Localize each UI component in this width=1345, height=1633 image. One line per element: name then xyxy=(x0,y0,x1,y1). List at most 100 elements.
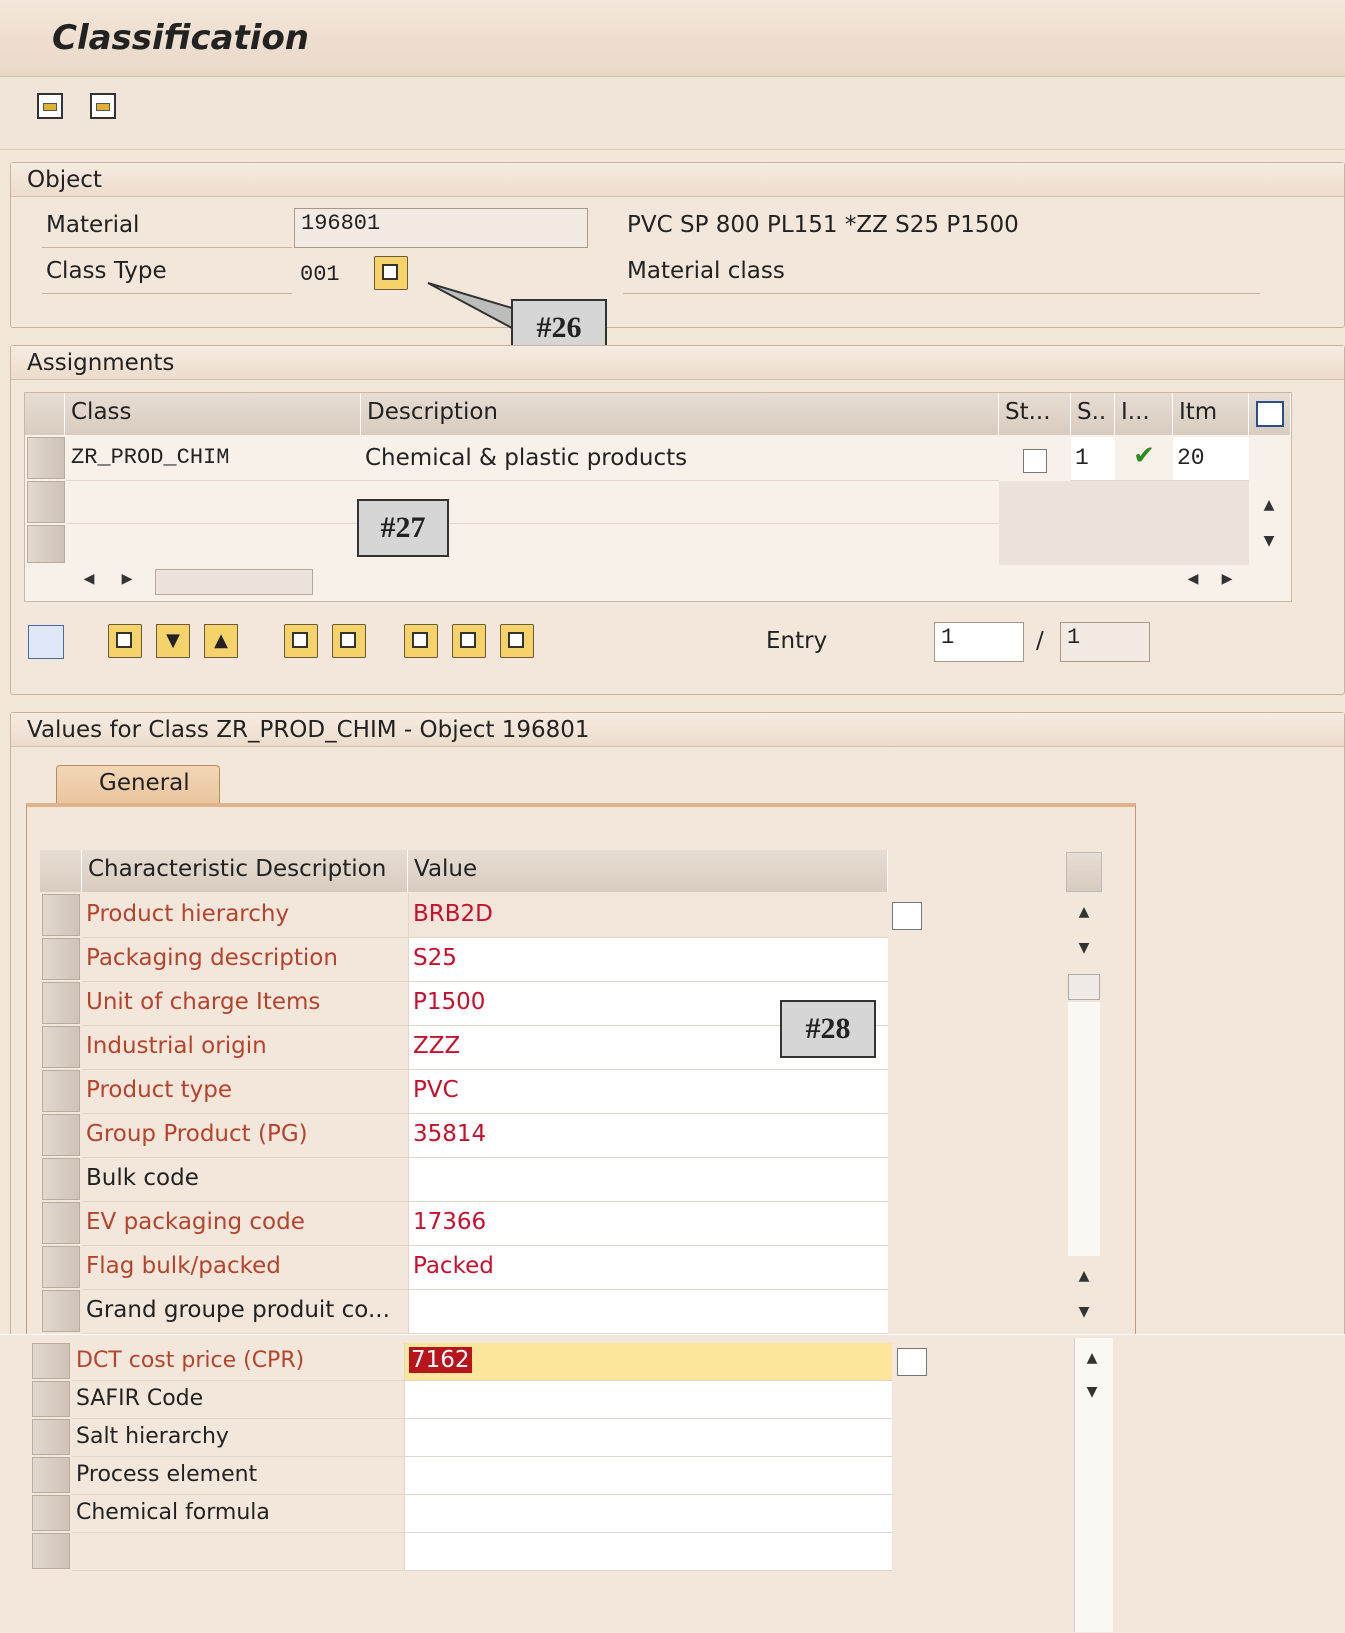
vertical-scroll-thumb[interactable] xyxy=(1068,974,1100,1000)
row-selector[interactable] xyxy=(42,1246,80,1288)
characteristic-value-field[interactable] xyxy=(408,1290,888,1334)
entry-label: Entry xyxy=(766,628,828,654)
characteristic-description: Packaging description xyxy=(82,938,408,982)
new-assignment-icon[interactable] xyxy=(28,625,64,659)
row-selector[interactable] xyxy=(42,1290,80,1332)
status-checkbox[interactable] xyxy=(1023,449,1047,473)
row-selector[interactable] xyxy=(42,938,80,980)
row-selector[interactable] xyxy=(42,894,80,936)
characteristic-description xyxy=(72,1533,404,1571)
assignments-group-header: Assignments xyxy=(11,346,1344,380)
characteristics-table-2: DCT cost price (CPR) 7162 SAFIR Code Salt h… xyxy=(0,1334,1345,1633)
row-selector[interactable] xyxy=(32,1381,70,1417)
entry-total: 1 xyxy=(1060,622,1150,662)
col-description[interactable]: Description xyxy=(361,393,999,435)
characteristic-description: Unit of charge Items xyxy=(82,982,408,1026)
row-selector[interactable] xyxy=(42,1070,80,1112)
tab-general[interactable]: General xyxy=(56,765,220,805)
find-icon[interactable] xyxy=(108,624,142,658)
characteristic-value-field[interactable]: 7162 xyxy=(404,1343,892,1381)
characteristic-description: Chemical formula xyxy=(72,1495,404,1533)
characteristic-value-field[interactable] xyxy=(404,1533,892,1571)
characteristic-value-field[interactable]: PVC xyxy=(408,1070,888,1114)
scroll-up-icon[interactable]: ▲ xyxy=(1259,497,1279,513)
characteristic-value-field[interactable] xyxy=(404,1381,892,1419)
scroll-right-icon[interactable]: ▶ xyxy=(117,571,137,587)
row-selector[interactable] xyxy=(27,525,65,563)
row-selector[interactable] xyxy=(32,1495,70,1531)
assignment-description-cell: Chemical & plastic products xyxy=(361,437,999,481)
row-selector[interactable] xyxy=(42,1026,80,1068)
characteristic-description: Salt hierarchy xyxy=(72,1419,404,1457)
row-selector[interactable] xyxy=(42,1114,80,1156)
row-selector[interactable] xyxy=(32,1533,70,1569)
scroll-right-icon[interactable]: ▶ xyxy=(1217,571,1237,587)
callout-27: #27 xyxy=(357,499,449,557)
column-settings-icon[interactable] xyxy=(1249,393,1291,435)
characteristic-value-field[interactable] xyxy=(404,1419,892,1457)
scroll-down-icon[interactable]: ▼ xyxy=(1259,533,1279,549)
col-status[interactable]: St... xyxy=(999,393,1071,435)
characteristic-description: Industrial origin xyxy=(82,1026,408,1070)
assignments-select-all[interactable] xyxy=(25,393,65,435)
scroll-down-icon[interactable]: ▼ xyxy=(1074,940,1094,956)
values-group-header: Values for Class ZR_PROD_CHIM - Object 1… xyxy=(11,713,1344,747)
row-selector[interactable] xyxy=(42,982,80,1024)
characteristic-description: Process element xyxy=(72,1457,404,1495)
characteristic-value-field[interactable] xyxy=(404,1495,892,1533)
scroll-up-icon[interactable]: ▲ xyxy=(1082,1350,1102,1366)
characteristic-value-field[interactable]: 17366 xyxy=(408,1202,888,1246)
characteristic-description: Group Product (PG) xyxy=(82,1114,408,1158)
col-characteristic-description[interactable]: Characteristic Description xyxy=(82,850,408,892)
assignment-s-cell[interactable]: 1 xyxy=(1071,437,1115,481)
horizontal-scroll-thumb[interactable] xyxy=(155,569,313,595)
row-selector[interactable] xyxy=(27,481,65,523)
callout-28: #28 xyxy=(780,1000,876,1058)
value-help-icon[interactable] xyxy=(892,902,922,930)
characteristic-value-field[interactable]: S25 xyxy=(408,938,888,982)
first-entry-icon[interactable] xyxy=(404,624,438,658)
row-selector[interactable] xyxy=(32,1419,70,1455)
scroll-left-icon[interactable]: ◀ xyxy=(79,571,99,587)
scroll-left-icon[interactable]: ◀ xyxy=(1183,571,1203,587)
characteristic-value-text: 7162 xyxy=(409,1347,472,1373)
scroll-up-icon[interactable]: ▲ xyxy=(1074,904,1094,920)
assignment-itm-cell[interactable]: 20 xyxy=(1173,437,1249,481)
next-entry-icon[interactable] xyxy=(500,624,534,658)
col-class[interactable]: Class xyxy=(65,393,361,435)
characteristic-description: DCT cost price (CPR) xyxy=(72,1343,404,1381)
characteristic-value-field[interactable] xyxy=(408,1158,888,1202)
characteristic-value-field[interactable] xyxy=(404,1457,892,1495)
row-selector[interactable] xyxy=(42,1158,80,1200)
row-selector[interactable] xyxy=(27,437,65,479)
scroll-down-icon[interactable]: ▼ xyxy=(1074,1304,1094,1320)
row-selector[interactable] xyxy=(32,1457,70,1493)
delete-icon[interactable] xyxy=(332,624,366,658)
value-help-icon[interactable] xyxy=(897,1348,927,1376)
characteristic-value-field[interactable]: BRB2D xyxy=(408,894,888,938)
assignment-class-cell[interactable]: ZR_PROD_CHIM xyxy=(67,437,361,481)
previous-entry-icon[interactable] xyxy=(452,624,486,658)
col-value[interactable]: Value xyxy=(408,850,888,892)
find-next-down-icon[interactable]: ▼ xyxy=(156,624,190,658)
characteristic-value-field[interactable]: 35814 xyxy=(408,1114,888,1158)
row-selector[interactable] xyxy=(32,1343,70,1379)
characteristic-value-field[interactable]: Packed xyxy=(408,1246,888,1290)
characteristic-description: Bulk code xyxy=(82,1158,408,1202)
scroll-up-icon[interactable]: ▲ xyxy=(1074,1268,1094,1284)
col-s[interactable]: S.. xyxy=(1071,393,1115,435)
col-i[interactable]: I... xyxy=(1115,393,1173,435)
characteristics-select-all[interactable] xyxy=(40,850,82,892)
entry-input[interactable]: 1 xyxy=(934,622,1024,662)
insert-row-icon[interactable] xyxy=(284,624,318,658)
characteristics-table: Characteristic Description Value Product… xyxy=(40,850,890,1344)
check-icon: ✔ xyxy=(1115,437,1173,481)
scroll-down-icon[interactable]: ▼ xyxy=(1082,1384,1102,1400)
col-itm[interactable]: Itm xyxy=(1173,393,1249,435)
characteristic-description: Flag bulk/packed xyxy=(82,1246,408,1290)
find-next-up-icon[interactable]: ▲ xyxy=(204,624,238,658)
row-selector[interactable] xyxy=(42,1202,80,1244)
table-settings-icon[interactable] xyxy=(1066,852,1102,892)
entry-separator: / xyxy=(1036,628,1044,654)
characteristic-description: Product type xyxy=(82,1070,408,1114)
